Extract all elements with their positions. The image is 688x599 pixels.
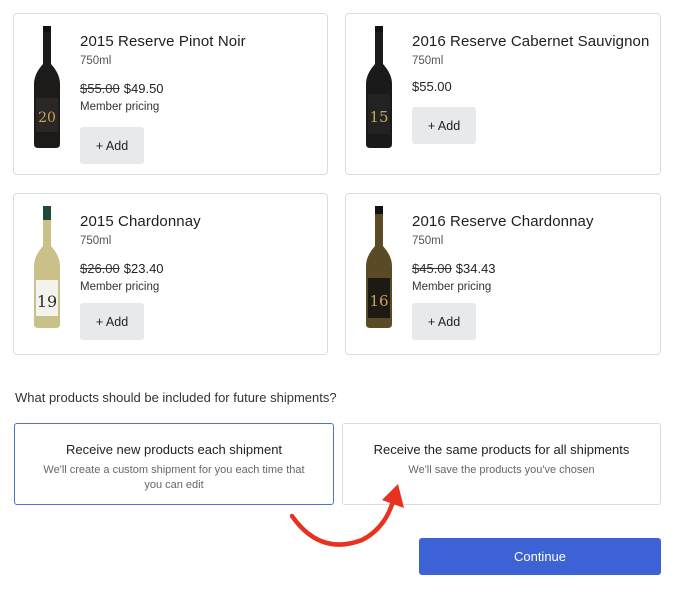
product-name: 2016 Reserve Cabernet Sauvignon — [412, 33, 650, 50]
original-price: $45.00 — [412, 261, 452, 276]
svg-text:15: 15 — [369, 108, 388, 126]
original-price: $55.00 — [80, 81, 120, 96]
option-description: We'll save the products you've chosen — [408, 464, 595, 476]
svg-text:19: 19 — [37, 292, 57, 311]
option-title: Receive the same products for all shipme… — [373, 442, 630, 457]
wine-bottle-image: 19 — [34, 206, 60, 328]
member-price: $34.43 — [455, 261, 496, 276]
add-button[interactable]: + Add — [80, 127, 144, 164]
wine-bottle-image: 16 — [366, 206, 392, 328]
original-price: $26.00 — [80, 261, 120, 276]
product-name: 2016 Reserve Chardonnay — [412, 213, 594, 230]
wine-bottle-image: 20 — [34, 26, 60, 148]
product-price: $55.00 — [412, 79, 452, 94]
continue-button[interactable]: Continue — [419, 538, 661, 575]
product-price: $45.00 $34.43 — [412, 261, 496, 276]
product-name: 2015 Reserve Pinot Noir — [80, 33, 246, 50]
product-price-value: $55.00 — [412, 79, 452, 94]
product-size: 750ml — [80, 235, 112, 247]
product-name: 2015 Chardonnay — [80, 213, 201, 230]
product-size: 750ml — [80, 55, 112, 67]
svg-text:16: 16 — [369, 292, 388, 310]
member-price: $23.40 — [123, 261, 164, 276]
add-button[interactable]: + Add — [412, 303, 476, 340]
member-price: $49.50 — [123, 81, 164, 96]
option-description: We'll create a custom shipment for you e… — [43, 464, 305, 491]
member-pricing-label: Member pricing — [412, 281, 492, 293]
curved-arrow-icon — [289, 484, 404, 547]
product-card: 20 2015 Reserve Pinot Noir 750ml $55.00 $… — [13, 13, 328, 175]
wine-bottle-image: 15 — [366, 26, 392, 148]
product-card: 19 2015 Chardonnay 750ml $26.00 $23.40 Me… — [13, 193, 328, 355]
future-shipments-question: What products should be included for fut… — [15, 390, 337, 405]
product-card: 16 2016 Reserve Chardonnay 750ml $45.00 $… — [345, 193, 661, 355]
add-button[interactable]: + Add — [412, 107, 476, 144]
product-size: 750ml — [412, 235, 444, 247]
product-card: 15 2016 Reserve Cabernet Sauvignon 750ml… — [345, 13, 661, 175]
add-button[interactable]: + Add — [80, 303, 144, 340]
option-title: Receive new products each shipment — [65, 442, 283, 457]
member-pricing-label: Member pricing — [80, 101, 160, 113]
product-price: $55.00 $49.50 — [80, 81, 164, 96]
product-size: 750ml — [412, 55, 444, 67]
member-pricing-label: Member pricing — [80, 281, 160, 293]
svg-text:20: 20 — [38, 110, 56, 126]
product-price: $26.00 $23.40 — [80, 261, 164, 276]
